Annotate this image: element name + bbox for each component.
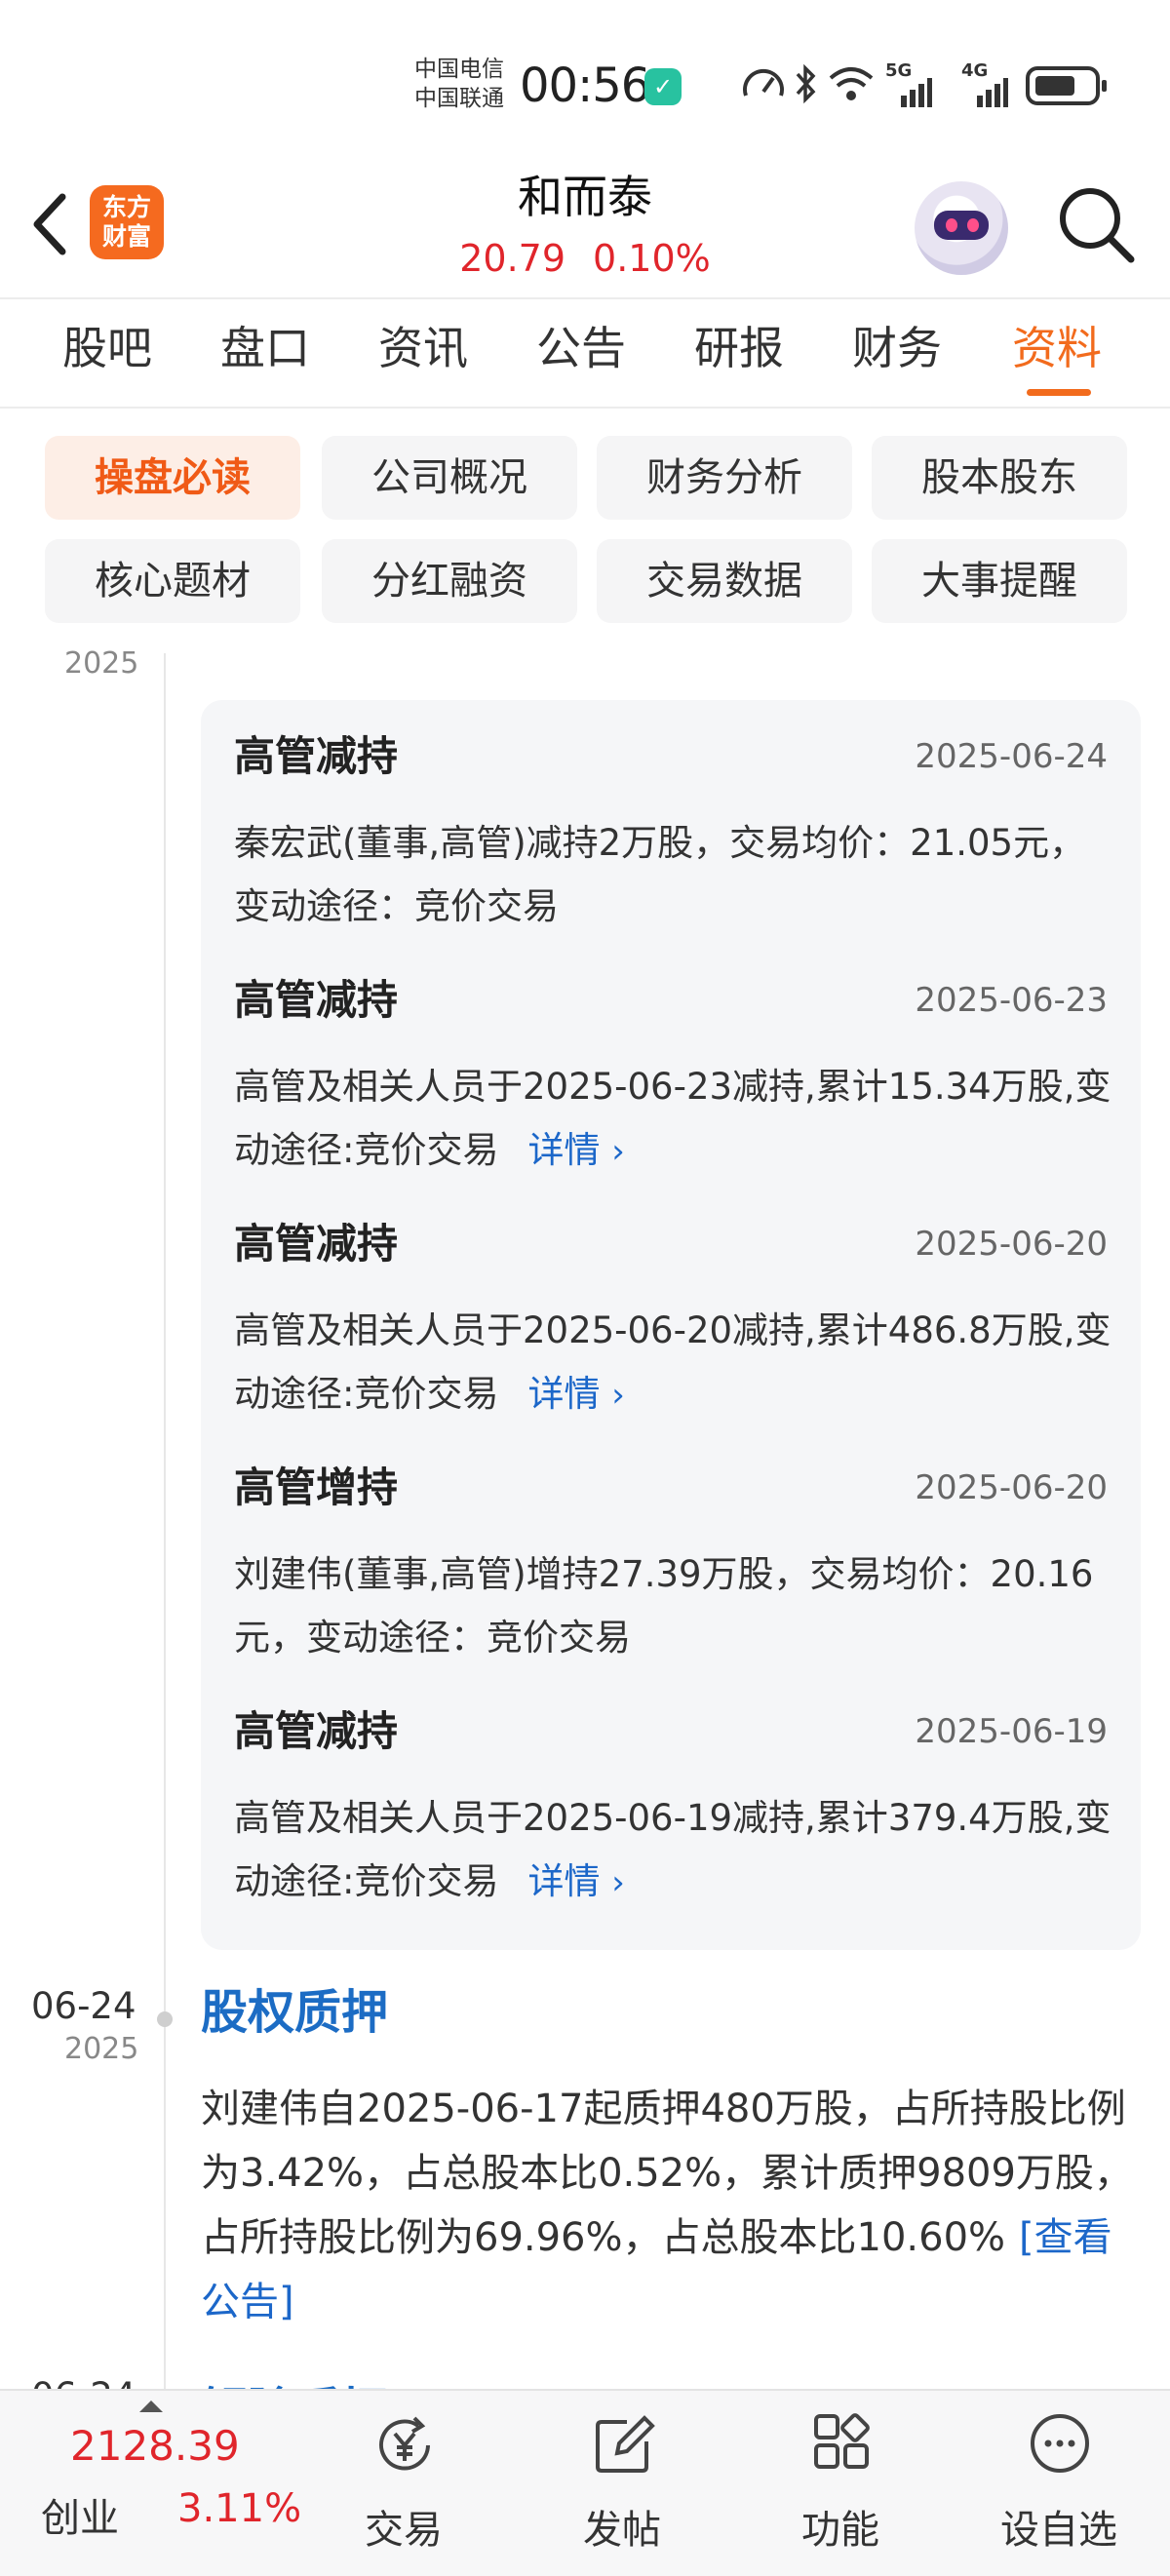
signal-1-icon bbox=[901, 78, 932, 107]
item-text-content: 高管及相关人员于2025-06-23减持,累计15.34万股,变动途径:竞价交易 bbox=[234, 1066, 1112, 1171]
nav-post[interactable]: 发帖 bbox=[534, 2391, 710, 2576]
subnav-financial-analysis[interactable]: 财务分析 bbox=[597, 436, 852, 520]
tab-guba[interactable]: 股吧 bbox=[62, 319, 152, 377]
detail-label: 详情 bbox=[527, 1129, 601, 1171]
chevron-right-icon: › bbox=[611, 1132, 625, 1171]
chevron-right-icon: › bbox=[611, 1376, 625, 1415]
event-date: 06-24 bbox=[31, 1985, 136, 2027]
timeline-year: 2025 bbox=[64, 646, 139, 681]
stock-quote: 20.79 0.10% bbox=[390, 234, 780, 283]
item-title: 高管减持 bbox=[234, 1707, 399, 1755]
subnav-shareholders[interactable]: 股本股东 bbox=[872, 436, 1127, 520]
item-date: 2025-06-20 bbox=[915, 1468, 1108, 1507]
stock-change-pct: 0.10% bbox=[593, 237, 711, 280]
subnav-dividends-financing[interactable]: 分红融资 bbox=[322, 539, 577, 623]
detail-link[interactable]: 详情 › bbox=[527, 1129, 624, 1171]
robot-visor bbox=[934, 211, 989, 240]
clock: 00:56 bbox=[520, 59, 650, 113]
carrier-labels: 中国电信 中国联通 bbox=[414, 55, 504, 113]
index-change: 3.11% bbox=[177, 2486, 302, 2531]
tab-announcements[interactable]: 公告 bbox=[536, 319, 626, 377]
subnav-company-overview[interactable]: 公司概况 bbox=[322, 436, 577, 520]
chevron-right-icon: › bbox=[611, 1863, 625, 1902]
yen-refresh-icon bbox=[379, 2416, 430, 2471]
status-bar: 中国电信 中国联通 00:56 ✓ 5G 4G bbox=[0, 0, 1170, 166]
nav-label: 交易 bbox=[365, 2508, 443, 2553]
robot-eye bbox=[946, 218, 957, 232]
more-circle-icon bbox=[1031, 2414, 1089, 2473]
expand-caret-icon[interactable] bbox=[139, 2400, 163, 2412]
nav-label: 功能 bbox=[801, 2508, 879, 2553]
item-title: 高管减持 bbox=[234, 976, 399, 1024]
carrier-2: 中国联通 bbox=[414, 86, 504, 111]
detail-link[interactable]: 详情 › bbox=[527, 1373, 624, 1415]
wifi-icon bbox=[829, 67, 874, 100]
bluetooth-icon bbox=[796, 63, 816, 104]
insider-trading-card: 高管减持 2025-06-24 秦宏武(董事,高管)减持2万股，交易均价：21.… bbox=[201, 700, 1141, 1950]
item-text: 高管及相关人员于2025-06-19减持,累计379.4万股,变动途径:竞价交易… bbox=[234, 1786, 1112, 1915]
nav-add-watchlist[interactable]: 设自选 bbox=[971, 2391, 1147, 2576]
subnav-trading-essentials[interactable]: 操盘必读 bbox=[45, 436, 300, 520]
assistant-robot-avatar[interactable] bbox=[915, 181, 1008, 275]
event-year: 2025 bbox=[64, 2032, 139, 2066]
event-text-content: 刘建伟自2025-06-17起质押480万股，占所持股比例为3.42%，占总股本… bbox=[201, 2087, 1133, 2260]
edit-icon bbox=[596, 2415, 655, 2473]
event-text: 刘建伟自2025-06-17起质押480万股，占所持股比例为3.42%，占总股本… bbox=[201, 2077, 1141, 2334]
event-title[interactable]: 股权质押 bbox=[201, 1981, 388, 2044]
item-title: 高管增持 bbox=[234, 1464, 399, 1511]
item-date: 2025-06-19 bbox=[915, 1712, 1108, 1751]
tab-pankou[interactable]: 盘口 bbox=[220, 319, 310, 377]
detail-link[interactable]: 详情 › bbox=[527, 1860, 624, 1902]
tab-research[interactable]: 研报 bbox=[694, 319, 784, 377]
item-title: 高管减持 bbox=[234, 1220, 399, 1268]
signal-2-icon bbox=[977, 78, 1008, 107]
carrier-1: 中国电信 bbox=[414, 57, 504, 82]
robot-eye bbox=[967, 218, 979, 232]
stock-name: 和而泰 bbox=[518, 171, 652, 223]
item-text: 高管及相关人员于2025-06-20减持,累计486.8万股,变动途径:竞价交易… bbox=[234, 1299, 1112, 1427]
nav-label: 设自选 bbox=[1000, 2508, 1117, 2553]
item-text-content: 高管及相关人员于2025-06-20减持,累计486.8万股,变动途径:竞价交易 bbox=[234, 1309, 1112, 1415]
grid-icon bbox=[814, 2413, 870, 2469]
subnav-trading-data[interactable]: 交易数据 bbox=[597, 539, 852, 623]
timeline-line bbox=[164, 653, 166, 2399]
nav-trade[interactable]: 交易 bbox=[316, 2391, 491, 2576]
item-date: 2025-06-20 bbox=[915, 1225, 1108, 1264]
nav-features[interactable]: 功能 bbox=[753, 2391, 928, 2576]
index-value: 2128.39 bbox=[70, 2422, 240, 2470]
stock-header: 东方 财富 和而泰 20.79 0.10% bbox=[0, 166, 1170, 297]
stock-tabs: 股吧 盘口 资讯 公告 研报 财务 资料 bbox=[0, 297, 1170, 409]
back-arrow-icon[interactable] bbox=[23, 185, 82, 263]
security-shield-icon: ✓ bbox=[644, 68, 682, 105]
bottom-bar: 2128.39 创业 3.11% 交易 发帖 功能 设自选 bbox=[0, 2389, 1170, 2576]
item-date: 2025-06-23 bbox=[915, 981, 1108, 1020]
item-text: 高管及相关人员于2025-06-23减持,累计15.34万股,变动途径:竞价交易… bbox=[234, 1055, 1112, 1184]
item-text-content: 高管及相关人员于2025-06-19减持,累计379.4万股,变动途径:竞价交易 bbox=[234, 1797, 1112, 1902]
subnav-core-themes[interactable]: 核心题材 bbox=[45, 539, 300, 623]
tab-news[interactable]: 资讯 bbox=[378, 319, 468, 377]
subnav-event-reminders[interactable]: 大事提醒 bbox=[872, 539, 1127, 623]
speed-icon bbox=[743, 68, 784, 97]
next-event-date: 06-24 bbox=[31, 2375, 136, 2389]
stock-price: 20.79 bbox=[459, 237, 566, 280]
item-title: 高管减持 bbox=[234, 732, 399, 780]
battery-icon bbox=[1026, 66, 1107, 105]
nav-label: 发帖 bbox=[583, 2508, 661, 2553]
tab-finance[interactable]: 财务 bbox=[852, 319, 942, 377]
detail-label: 详情 bbox=[527, 1373, 601, 1415]
active-tab-indicator bbox=[1027, 389, 1091, 396]
next-event-title[interactable]: 解除质押 bbox=[201, 2371, 388, 2389]
item-text: 秦宏武(董事,高管)减持2万股，交易均价：21.05元，变动途径：竞价交易 bbox=[234, 822, 1086, 927]
app-logo[interactable]: 东方 财富 bbox=[90, 185, 164, 259]
item-date: 2025-06-24 bbox=[915, 737, 1108, 776]
index-name: 创业 bbox=[41, 2496, 119, 2541]
timeline-dot bbox=[157, 2011, 173, 2027]
tab-profile[interactable]: 资料 bbox=[1012, 319, 1102, 377]
item-text: 刘建伟(董事,高管)增持27.39万股，交易均价：20.16元，变动途径：竞价交… bbox=[234, 1553, 1094, 1659]
detail-label: 详情 bbox=[527, 1860, 601, 1902]
search-icon[interactable] bbox=[1053, 181, 1141, 269]
